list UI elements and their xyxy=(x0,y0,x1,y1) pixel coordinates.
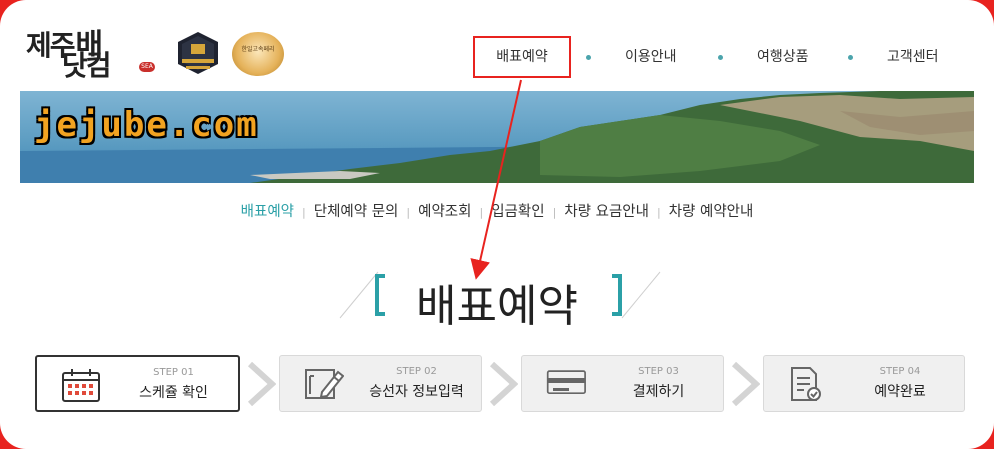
calendar-icon xyxy=(62,369,100,402)
chevron-right-icon xyxy=(489,362,518,406)
sub-nav-divider: | xyxy=(302,206,306,219)
form-edit-icon xyxy=(305,369,344,399)
top-nav: 배표예약 이용안내 여행상품 고객센터 xyxy=(473,36,973,78)
ferry-partner-badge: 한일고속페리 xyxy=(232,32,284,76)
hero-banner: jejube.com xyxy=(20,91,974,183)
sub-nav-group-inquiry[interactable]: 단체예약 문의 xyxy=(314,200,399,221)
page-frame: 제주배 닷컴 SEA 한일고속페리 배표예약 이용안내 여행상품 고객센터 je… xyxy=(0,0,994,449)
heading-bracket-right xyxy=(612,274,622,316)
top-nav-customer-center[interactable]: 고객센터 xyxy=(887,36,939,78)
step-name: 결제하기 xyxy=(632,384,685,400)
sub-nav: 배표예약 | 단체예약 문의 | 예약조회 | 입금확인 | 차량 요금안내 | 차량 예약안내 xyxy=(0,200,994,221)
site-logo[interactable]: 제주배 닷컴 SEA xyxy=(26,20,156,82)
step-complete[interactable]: STEP 04 예약완료 xyxy=(763,355,965,412)
nav-separator-dot xyxy=(848,55,853,60)
nav-separator-dot xyxy=(586,55,591,60)
sub-nav-vehicle-fare[interactable]: 차량 요금안내 xyxy=(564,200,649,221)
sub-nav-reservation-lookup[interactable]: 예약조회 xyxy=(418,200,471,221)
step-number: STEP 02 xyxy=(396,366,437,377)
nav-separator-dot xyxy=(718,55,723,60)
page-title: 배표예약 xyxy=(416,281,578,332)
step-number: STEP 01 xyxy=(153,367,194,378)
step-passenger-info[interactable]: STEP 02 승선자 정보입력 xyxy=(279,355,482,412)
step-schedule[interactable]: STEP 01 스케쥴 확인 xyxy=(35,355,240,412)
award-badge-icon xyxy=(174,30,222,76)
sub-nav-deposit-check[interactable]: 입금확인 xyxy=(491,200,544,221)
sub-nav-divider: | xyxy=(552,206,557,219)
top-nav-ticket-booking[interactable]: 배표예약 xyxy=(473,36,571,78)
step-number: STEP 03 xyxy=(638,366,679,377)
page-heading: 배표예약 xyxy=(0,266,994,336)
step-name: 스케쥴 확인 xyxy=(139,385,208,401)
step-name: 승선자 정보입력 xyxy=(369,384,464,400)
step-number: STEP 04 xyxy=(879,366,921,377)
logo-suffix: SEA xyxy=(139,62,155,72)
sub-nav-divider: | xyxy=(479,206,484,219)
logo-text-line2: 닷컴 xyxy=(62,49,112,82)
sub-nav-divider: | xyxy=(406,206,411,219)
credit-card-icon xyxy=(546,370,586,395)
top-nav-travel-products[interactable]: 여행상품 xyxy=(757,36,809,78)
sub-nav-ticket-booking[interactable]: 배표예약 xyxy=(241,200,294,221)
step-name: 예약완료 xyxy=(874,384,926,400)
sub-nav-vehicle-reservation[interactable]: 차량 예약안내 xyxy=(669,200,754,221)
document-check-icon xyxy=(791,367,821,401)
banner-site-name: jejube.com xyxy=(34,105,259,145)
step-payment[interactable]: STEP 03 결제하기 xyxy=(521,355,724,412)
top-nav-usage-guide[interactable]: 이용안내 xyxy=(625,36,677,78)
chevron-right-icon xyxy=(247,362,276,406)
sub-nav-divider: | xyxy=(656,206,661,219)
chevron-right-icon xyxy=(731,362,760,406)
